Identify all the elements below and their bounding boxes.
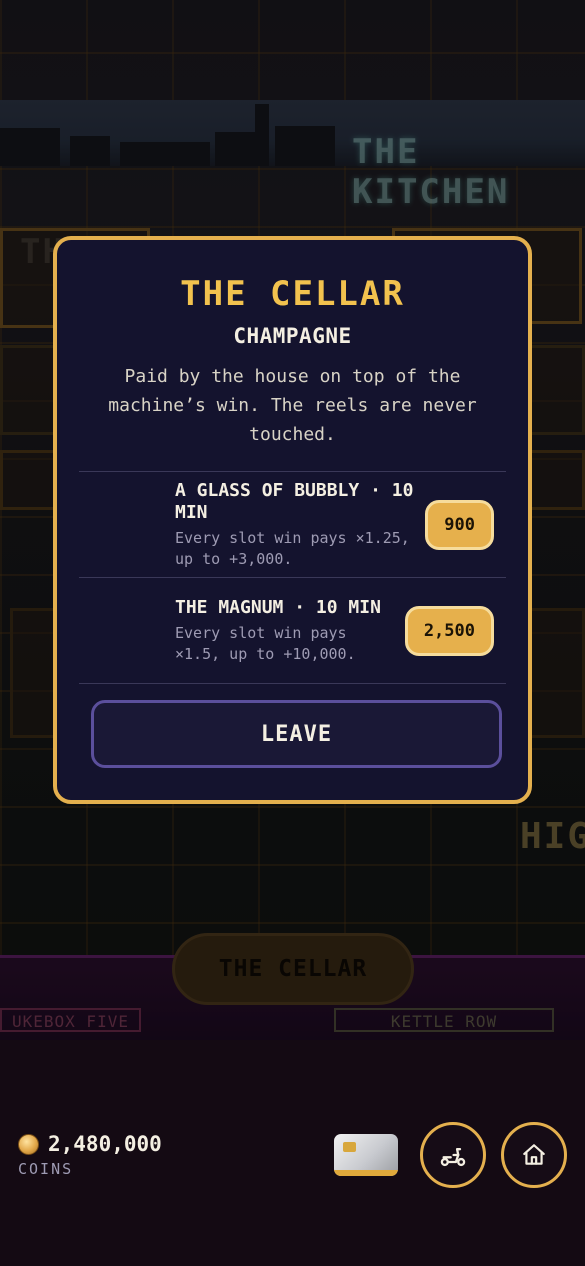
buy-magnum-button[interactable]: 2,500 [404, 605, 494, 656]
offer-row: A GLASS OF BUBBLY · 10 MIN Every slot wi… [79, 472, 506, 578]
coin-amount: 2,480,000 [48, 1132, 162, 1156]
home-icon [523, 1144, 545, 1165]
scooter-button[interactable] [420, 1122, 486, 1188]
offer-list: A GLASS OF BUBBLY · 10 MIN Every slot wi… [79, 471, 506, 684]
offer-name: THE MAGNUM · 10 MIN [175, 596, 381, 618]
cellar-modal: THE CELLAR CHAMPAGNE Paid by the house o… [53, 236, 532, 804]
offer-detail: Every slot win pays ×1.5, up to +10,000. [175, 623, 356, 663]
card-icon[interactable] [334, 1134, 398, 1176]
home-button[interactable] [501, 1122, 567, 1188]
offer-name: A GLASS OF BUBBLY · 10 MIN [175, 479, 414, 523]
offer-detail: Every slot win pays ×1.25, up to +3,000. [175, 528, 410, 568]
coin-icon [18, 1133, 39, 1155]
modal-subtitle: CHAMPAGNE [233, 324, 352, 348]
modal-title: THE CELLAR [180, 274, 405, 314]
scooter-icon [440, 1148, 466, 1167]
modal-description: Paid by the house on top of the machine’… [108, 366, 477, 445]
coin-balance: 2,480,000 [18, 1132, 162, 1156]
buy-glass-button[interactable]: 900 [425, 499, 494, 550]
leave-button[interactable]: LEAVE [91, 700, 502, 768]
offer-row: THE MAGNUM · 10 MIN Every slot win pays … [79, 578, 506, 684]
coin-label: COINS [18, 1160, 74, 1178]
